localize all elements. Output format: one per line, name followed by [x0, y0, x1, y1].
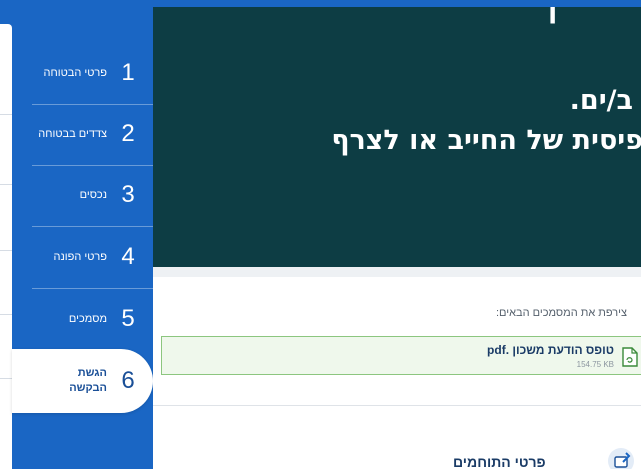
hero-banner: ן ב/ים. פיסית של החייב או לצרף [153, 7, 641, 267]
step-number: 3 [121, 181, 135, 208]
content-top-divider [153, 267, 641, 277]
step-5[interactable]: 5 מסמכים [12, 288, 153, 350]
attached-docs-label: צירפת את המסמכים הבאים: [495, 307, 627, 319]
panel-divider [0, 250, 12, 251]
section-divider [153, 405, 641, 406]
document-size: 154.75 KB [576, 360, 614, 369]
panel-divider [0, 184, 12, 185]
step-label: פרטי הבטוחה [43, 66, 107, 79]
panel-divider [0, 314, 12, 315]
step-label: פרטי הפונה [53, 250, 107, 263]
step-number: 1 [121, 59, 135, 86]
panel-divider [0, 378, 12, 379]
step-number: 2 [121, 120, 135, 147]
hero-line-1: ב/ים. [569, 85, 633, 116]
step-number: 5 [121, 305, 135, 332]
step-6-active[interactable]: 6 הגשת הבקשה [12, 349, 153, 413]
left-panel [0, 24, 12, 469]
step-label: הגשת הבקשה [69, 367, 107, 394]
attachment-icon [608, 448, 634, 469]
hero-line-2: פיסית של החייב או לצרף [331, 125, 641, 156]
step-2[interactable]: 2 צדדים בבטוחה [12, 103, 153, 165]
step-3[interactable]: 3 נכסים [12, 164, 153, 226]
step-number: 6 [121, 367, 135, 394]
document-name: טופס הודעת משכון .pdf [487, 343, 614, 357]
step-label: צדדים בבטוחה [38, 127, 107, 140]
panel-divider [0, 114, 12, 115]
step-number: 4 [121, 243, 135, 270]
main-content: צירפת את המסמכים הבאים: טופס הודעת משכון… [153, 267, 641, 469]
step-4[interactable]: 4 פרטי הפונה [12, 226, 153, 288]
step-label: מסמכים [68, 312, 107, 325]
wizard-stepper: 1 פרטי הבטוחה 2 צדדים בבטוחה 3 נכסים 4 פ… [12, 0, 153, 469]
hero-text-fragment: ן [548, 7, 558, 24]
step-1[interactable]: 1 פרטי הבטוחה [12, 42, 153, 104]
section-title: פרטי התוחמים [453, 454, 546, 469]
step-label: נכסים [79, 188, 107, 201]
attached-document[interactable]: טופס הודעת משכון .pdf 154.75 KB [161, 336, 641, 375]
pdf-file-icon [622, 347, 638, 367]
